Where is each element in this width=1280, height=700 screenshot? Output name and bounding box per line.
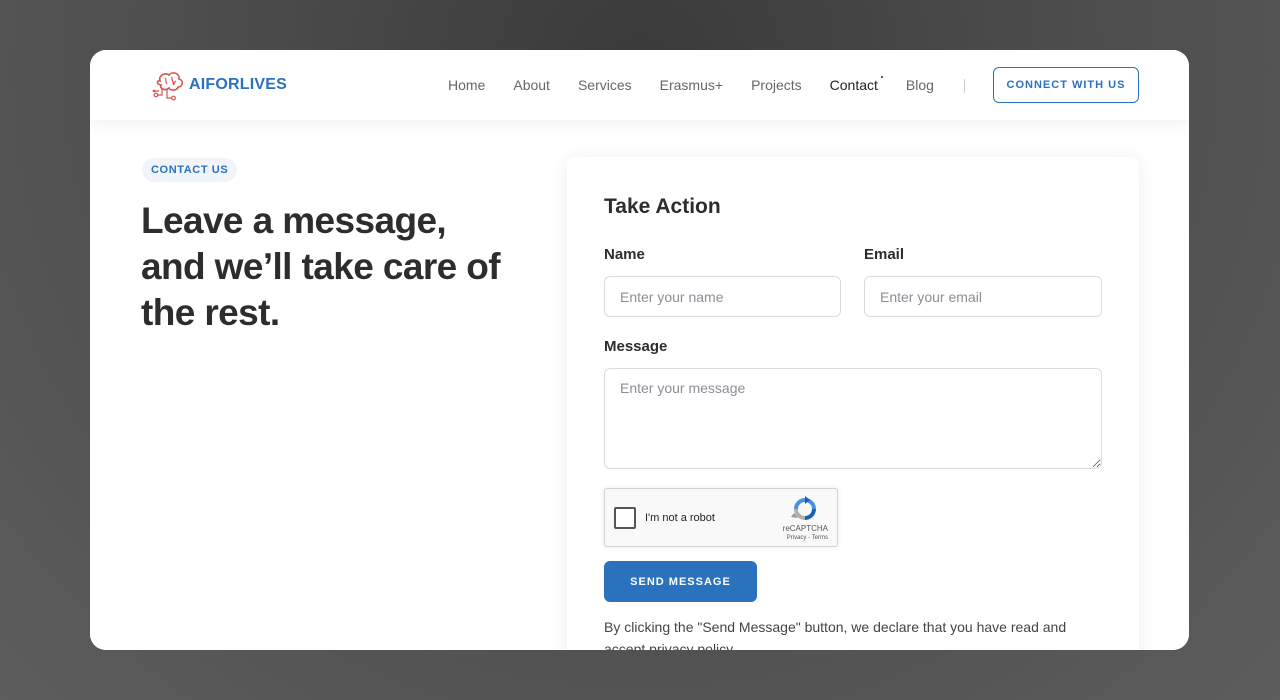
- nav-contact[interactable]: Contact: [830, 76, 884, 93]
- message-label: Message: [604, 338, 668, 355]
- name-input[interactable]: [604, 276, 841, 317]
- hero-title: Leave a message, and we’ll take care of …: [141, 200, 501, 333]
- nav-home[interactable]: Home: [448, 77, 485, 93]
- recaptcha-label: I'm not a robot: [645, 512, 715, 524]
- browser-window: AIFORLIVES Home About Services Erasmus+ …: [90, 50, 1189, 650]
- email-label: Email: [864, 246, 905, 263]
- logo[interactable]: AIFORLIVES: [152, 69, 287, 101]
- name-label: Name: [604, 246, 645, 263]
- brain-circuit-icon: [152, 72, 184, 101]
- connect-with-us-button[interactable]: CONNECT WITH US: [993, 67, 1139, 103]
- email-input[interactable]: [864, 276, 1102, 317]
- main-nav: Home About Services Erasmus+ Projects Co…: [448, 50, 962, 120]
- nav-blog[interactable]: Blog: [906, 77, 934, 93]
- logo-text: AIFORLIVES: [189, 76, 288, 93]
- nav-services[interactable]: Services: [578, 77, 632, 93]
- site-header: AIFORLIVES Home About Services Erasmus+ …: [90, 50, 1189, 120]
- message-textarea[interactable]: [604, 368, 1102, 469]
- recaptcha-links[interactable]: Privacy - Terms: [787, 535, 828, 541]
- nav-divider: [964, 79, 965, 93]
- recaptcha-checkbox[interactable]: [614, 507, 636, 529]
- nav-erasmus[interactable]: Erasmus+: [660, 77, 723, 93]
- privacy-disclaimer: By clicking the "Send Message" button, w…: [604, 619, 1067, 650]
- send-message-button[interactable]: SEND MESSAGE: [604, 561, 757, 602]
- nav-projects[interactable]: Projects: [751, 77, 802, 93]
- contact-form-card: Take Action Name Email Message I'm not a…: [567, 157, 1139, 650]
- recaptcha-brand: reCAPTCHA: [782, 524, 828, 533]
- recaptcha-icon: [791, 496, 816, 520]
- recaptcha-widget: I'm not a robot reCAPTCHA Privacy - Term…: [604, 488, 838, 547]
- nav-about[interactable]: About: [513, 77, 550, 93]
- contact-us-badge: CONTACT US: [142, 158, 238, 182]
- form-title: Take Action: [604, 195, 721, 218]
